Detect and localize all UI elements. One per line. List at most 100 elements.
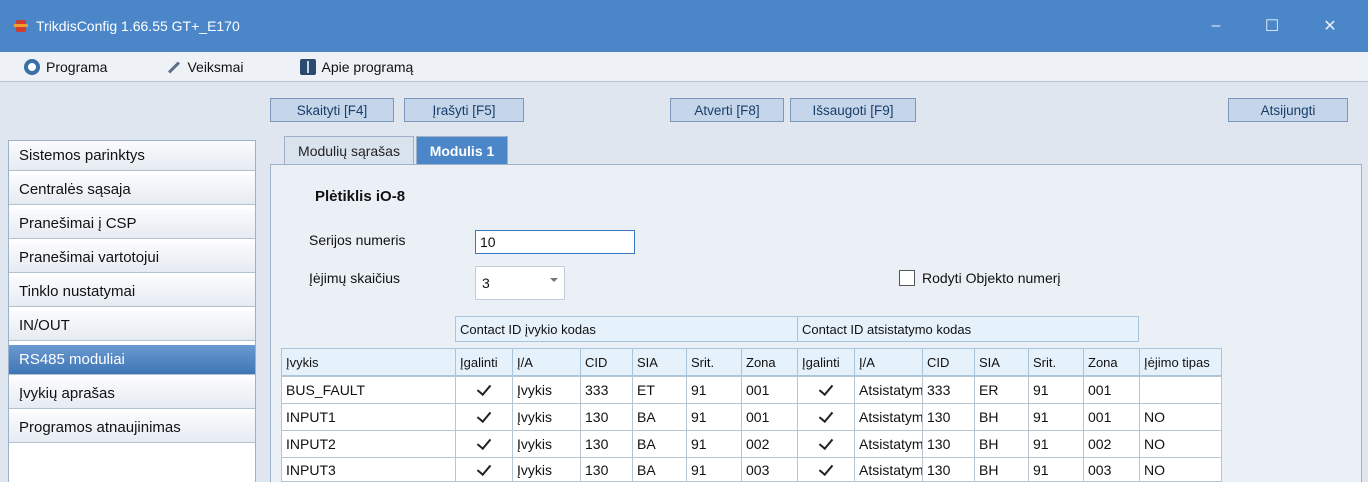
title-bar: TrikdisConfig 1.66.55 GT+_E170 – ☐ ✕ (0, 0, 1368, 52)
write-button[interactable]: Įrašyti [F5] (404, 98, 524, 122)
sidebar-item-tinklo-nustatymai[interactable]: Tinklo nustatymai (9, 277, 255, 307)
table-cell-event: INPUT1 (281, 403, 456, 431)
sidebar-item-pranesimai-vartotojui[interactable]: Pranešimai vartotojui (9, 243, 255, 273)
sidebar-item-centrales-sasaja[interactable]: Centralės sąsaja (9, 175, 255, 205)
table-cell-sia-restore[interactable]: BH (974, 430, 1029, 458)
table-cell-cid-restore[interactable]: 130 (922, 457, 975, 482)
column-header-zone-restore: Zona (1083, 348, 1140, 376)
menu-programa-label: Programa (46, 58, 108, 75)
enable-restore-checkbox[interactable] (797, 403, 855, 431)
table-cell-cid-restore[interactable]: 130 (922, 403, 975, 431)
disconnect-button[interactable]: Atsijungti (1228, 98, 1348, 122)
read-button[interactable]: Skaityti [F4] (270, 98, 394, 122)
enable-checkbox[interactable] (455, 457, 513, 482)
table-cell-sia-restore[interactable]: BH (974, 457, 1029, 482)
module-heading: Plėtiklis iO-8 (315, 188, 406, 205)
show-object-label: Rodyti Objekto numerį (922, 270, 1061, 286)
table-cell-sia[interactable]: BA (632, 403, 687, 431)
chevron-down-icon (550, 278, 558, 282)
column-header-sia: SIA (632, 348, 687, 376)
inputs-count-value: 3 (482, 275, 490, 291)
table-cell-ia[interactable]: Įvykis (512, 430, 581, 458)
table-cell-zone-restore[interactable]: 001 (1083, 376, 1140, 404)
menu-apie[interactable]: Apie programą (290, 52, 424, 82)
column-header-area-restore: Srit. (1028, 348, 1084, 376)
menu-veiksmai[interactable]: Veiksmai (155, 52, 253, 82)
sidebar-item-rs485-moduliai[interactable]: RS485 moduliai (9, 345, 255, 375)
tab-moduliu-sarasas[interactable]: Modulių sąrašas (284, 136, 414, 164)
sidebar-item-sistemos-parinktys[interactable]: Sistemos parinktys (9, 141, 255, 171)
menu-veiksmai-label: Veiksmai (187, 58, 244, 75)
enable-restore-checkbox[interactable] (797, 457, 855, 482)
column-header-event: Įvykis (281, 348, 456, 376)
table-cell-cid-restore[interactable]: 130 (922, 430, 975, 458)
menu-apie-label: Apie programą (321, 58, 414, 75)
table-cell-sia-restore[interactable]: ER (974, 376, 1029, 404)
table-cell-zone[interactable]: 001 (741, 403, 798, 431)
table-cell-input-type[interactable]: NO (1139, 403, 1222, 431)
table-cell-area-restore[interactable]: 91 (1028, 376, 1084, 404)
menu-programa[interactable]: Programa (14, 52, 117, 82)
enable-restore-checkbox[interactable] (797, 376, 855, 404)
table-cell-area[interactable]: 91 (686, 430, 742, 458)
wrench-icon (165, 59, 181, 75)
checkmark-icon (477, 383, 491, 397)
table-cell-input-type[interactable]: NO (1139, 430, 1222, 458)
table-cell-cid[interactable]: 130 (580, 430, 633, 458)
save-button[interactable]: Išsaugoti [F9] (790, 98, 916, 122)
gear-icon (24, 58, 40, 75)
window-title: TrikdisConfig 1.66.55 GT+_E170 (36, 18, 240, 34)
enable-checkbox[interactable] (455, 403, 513, 431)
table-cell-ia[interactable]: Įvykis (512, 457, 581, 482)
table-cell-ia-restore[interactable]: Atsistatymas (854, 403, 923, 431)
checkmark-icon (477, 437, 491, 451)
table-cell-sia-restore[interactable]: BH (974, 403, 1029, 431)
sidebar-item-ivykiu-aprasas[interactable]: Įvykių aprašas (9, 379, 255, 409)
table-cell-area-restore[interactable]: 91 (1028, 457, 1084, 482)
sidebar-item-in-out[interactable]: IN/OUT (9, 311, 255, 341)
table-cell-ia-restore[interactable]: Atsistatymas (854, 376, 923, 404)
minimize-button[interactable]: – (1188, 0, 1244, 52)
inputs-count-select[interactable]: 3 (475, 266, 565, 300)
sidebar-item-pranesimai-csp[interactable]: Pranešimai į CSP (9, 209, 255, 239)
column-header-cid: CID (580, 348, 633, 376)
table-cell-cid[interactable]: 333 (580, 376, 633, 404)
table-cell-sia[interactable]: BA (632, 430, 687, 458)
serial-number-input[interactable]: 10 (475, 230, 635, 254)
table-cell-area[interactable]: 91 (686, 457, 742, 482)
table-cell-cid[interactable]: 130 (580, 457, 633, 482)
enable-checkbox[interactable] (455, 376, 513, 404)
table-cell-sia[interactable]: ET (632, 376, 687, 404)
tab-modulis-1[interactable]: Modulis 1 (416, 136, 508, 164)
table-cell-area[interactable]: 91 (686, 376, 742, 404)
close-button[interactable]: ✕ (1302, 0, 1358, 52)
checkmark-icon (477, 410, 491, 424)
table-cell-area[interactable]: 91 (686, 403, 742, 431)
table-cell-zone-restore[interactable]: 003 (1083, 457, 1140, 482)
book-icon (299, 58, 316, 75)
table-cell-ia[interactable]: Įvykis (512, 376, 581, 404)
table-cell-cid[interactable]: 130 (580, 403, 633, 431)
sidebar-item-programos-atnaujinimas[interactable]: Programos atnaujinimas (9, 413, 255, 443)
table-cell-zone-restore[interactable]: 002 (1083, 430, 1140, 458)
group-header-event-code: Contact ID įvykio kodas (455, 316, 799, 342)
table-cell-zone[interactable]: 002 (741, 430, 798, 458)
enable-checkbox[interactable] (455, 430, 513, 458)
checkmark-icon (477, 463, 491, 477)
table-cell-ia[interactable]: Įvykis (512, 403, 581, 431)
table-cell-zone-restore[interactable]: 001 (1083, 403, 1140, 431)
enable-restore-checkbox[interactable] (797, 430, 855, 458)
table-cell-input-type[interactable] (1139, 376, 1222, 404)
table-cell-sia[interactable]: BA (632, 457, 687, 482)
table-cell-zone[interactable]: 003 (741, 457, 798, 482)
table-cell-ia-restore[interactable]: Atsistatymas (854, 457, 923, 482)
table-cell-zone[interactable]: 001 (741, 376, 798, 404)
table-cell-ia-restore[interactable]: Atsistatymas (854, 430, 923, 458)
maximize-button[interactable]: ☐ (1244, 0, 1300, 52)
open-button[interactable]: Atverti [F8] (670, 98, 784, 122)
table-cell-area-restore[interactable]: 91 (1028, 430, 1084, 458)
show-object-checkbox[interactable] (899, 270, 915, 286)
table-cell-input-type[interactable]: NO (1139, 457, 1222, 482)
table-cell-cid-restore[interactable]: 333 (922, 376, 975, 404)
table-cell-area-restore[interactable]: 91 (1028, 403, 1084, 431)
